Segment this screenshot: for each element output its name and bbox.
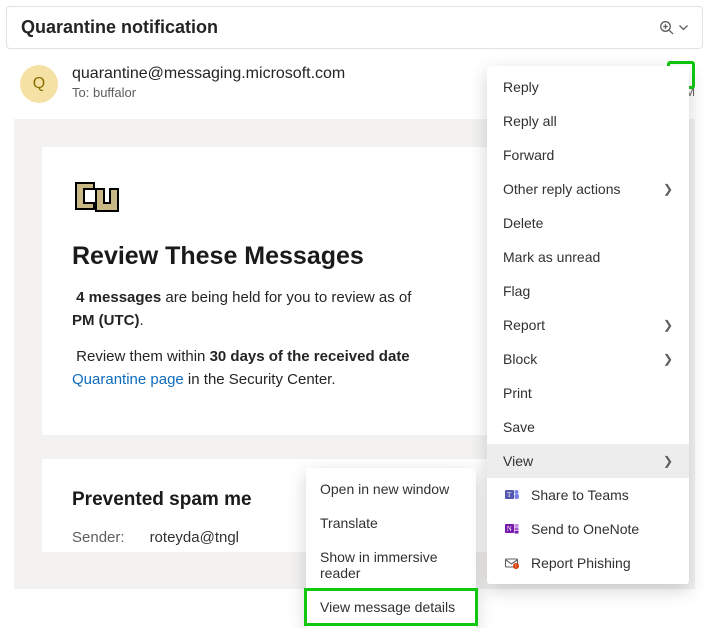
review-line2-bold: 30 days of the received date [210, 348, 410, 365]
zoom-control[interactable] [659, 20, 688, 36]
submenu-translate[interactable]: Translate [306, 506, 476, 540]
submenu-view-message-details[interactable]: View message details [306, 590, 476, 624]
teams-icon: T [503, 487, 521, 503]
onenote-icon: N [503, 521, 521, 537]
menu-send-onenote[interactable]: NSend to OneNote [487, 512, 689, 546]
submenu-immersive-reader[interactable]: Show in immersive reader [306, 540, 476, 590]
menu-block[interactable]: Block❯ [487, 342, 689, 376]
review-line2-pre: Review them within [76, 348, 209, 365]
sender-label: Sender: [72, 529, 125, 546]
zoom-icon [659, 20, 675, 36]
review-line1-tail: PM (UTC) [72, 312, 140, 329]
svg-text:N: N [507, 525, 512, 533]
quarantine-page-link[interactable]: Quarantine page [72, 371, 184, 388]
chevron-right-icon: ❯ [663, 454, 673, 468]
message-count: 4 messages [76, 289, 161, 306]
phishing-icon: ! [503, 555, 521, 571]
menu-delete[interactable]: Delete [487, 206, 689, 240]
menu-share-teams[interactable]: TShare to Teams [487, 478, 689, 512]
avatar: Q [20, 65, 58, 103]
chevron-down-icon [679, 25, 688, 31]
to-label: To: [72, 85, 89, 100]
menu-reply[interactable]: Reply [487, 70, 689, 104]
chevron-right-icon: ❯ [663, 182, 673, 196]
svg-text:T: T [507, 491, 512, 499]
cu-logo [72, 177, 120, 217]
svg-text:!: ! [515, 564, 516, 570]
review-line2-tail: in the Security Center. [184, 371, 336, 388]
menu-report[interactable]: Report❯ [487, 308, 689, 342]
menu-save[interactable]: Save [487, 410, 689, 444]
chevron-right-icon: ❯ [663, 352, 673, 366]
page-title: Quarantine notification [21, 17, 218, 38]
menu-other-reply[interactable]: Other reply actions❯ [487, 172, 689, 206]
chevron-right-icon: ❯ [663, 318, 673, 332]
avatar-letter: Q [33, 75, 45, 93]
menu-print[interactable]: Print [487, 376, 689, 410]
menu-flag[interactable]: Flag [487, 274, 689, 308]
submenu-open-new-window[interactable]: Open in new window [306, 472, 476, 506]
menu-mark-unread[interactable]: Mark as unread [487, 240, 689, 274]
review-line1-text: are being held for you to review as of [161, 289, 411, 306]
message-actions-menu: Reply Reply all Forward Other reply acti… [487, 66, 689, 584]
menu-report-phishing[interactable]: !Report Phishing [487, 546, 689, 580]
sender-value: roteyda@tngl [150, 529, 239, 546]
to-value: buffalor [93, 85, 136, 100]
menu-forward[interactable]: Forward [487, 138, 689, 172]
menu-view[interactable]: View❯ [487, 444, 689, 478]
menu-reply-all[interactable]: Reply all [487, 104, 689, 138]
header-card: Quarantine notification [6, 6, 703, 49]
view-submenu: Open in new window Translate Show in imm… [306, 468, 476, 628]
